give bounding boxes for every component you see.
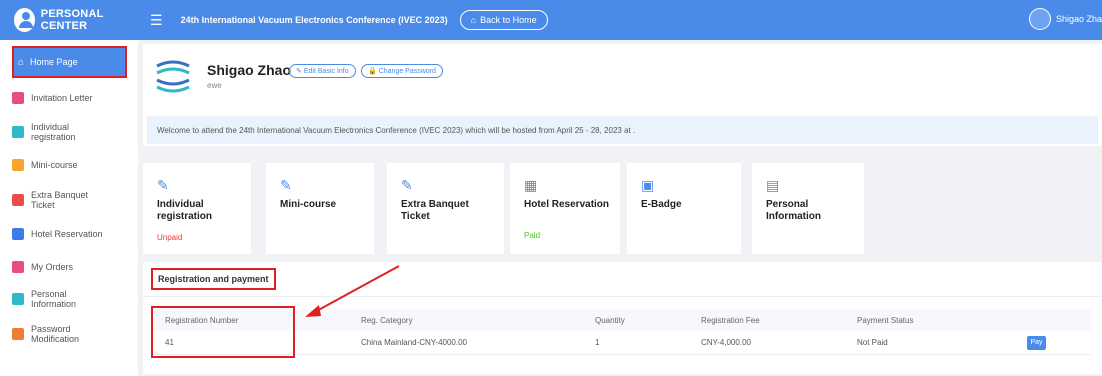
edit-icon: ✎: [280, 177, 292, 193]
sidebar-item-password-modification[interactable]: Password Modification: [12, 322, 127, 346]
tile-name: E-Badge: [641, 199, 682, 210]
registration-number-highlight: [151, 306, 295, 358]
edit-icon: ✎: [401, 177, 413, 193]
info-icon: [12, 293, 24, 305]
edit-icon: ✎: [296, 68, 302, 75]
tile-name: Mini-course: [280, 199, 337, 210]
brand-label: PERSONAL CENTER: [40, 8, 104, 32]
tile-status: Paid: [524, 231, 541, 240]
sidebar-item-label: Hotel Reservation: [31, 229, 103, 239]
sidebar-item-label: My Orders: [31, 262, 74, 272]
sidebar-item-invitation-letter[interactable]: Invitation Letter: [12, 90, 127, 106]
back-to-home-label: Back to Home: [480, 15, 537, 25]
tile-mini-course[interactable]: ✎ Mini-course: [266, 163, 374, 254]
menu-icon[interactable]: ☰: [150, 12, 163, 29]
conference-title: 24th International Vacuum Electronics Co…: [180, 15, 448, 25]
user-name: Shigao Zha: [1055, 14, 1102, 24]
sidebar-item-mini-course[interactable]: Mini-course: [12, 157, 127, 173]
column-header: Payment Status: [857, 315, 914, 325]
user-avatar: [1028, 8, 1051, 30]
password-icon: [12, 328, 24, 340]
tile-extra-banquet-ticket[interactable]: ✎ Extra Banquet Ticket: [387, 163, 504, 254]
ticket-icon: [12, 194, 24, 206]
column-header: Reg. Category: [361, 315, 413, 325]
sidebar-item-personal-information[interactable]: Personal Information: [12, 287, 127, 311]
action-cell: Pay: [1027, 331, 1046, 354]
sidebar-item-hotel-reservation[interactable]: Hotel Reservation: [12, 226, 127, 242]
sidebar-item-label: Personal Information: [31, 289, 77, 309]
tile-name: Personal Information: [766, 199, 821, 222]
edit-basic-info-button[interactable]: ✎ Edit Basic Info: [289, 64, 356, 78]
user-avatar-icon: [14, 8, 35, 32]
welcome-banner: Welcome to attend the 24th International…: [147, 116, 1098, 144]
course-icon: [12, 159, 24, 171]
sidebar-item-my-orders[interactable]: My Orders: [12, 259, 127, 275]
home-icon: ⌂: [18, 56, 25, 68]
tile-hotel-reservation[interactable]: ▦ Hotel Reservation Paid: [510, 163, 620, 254]
divider: [143, 296, 1102, 297]
brand: PERSONAL CENTER: [0, 0, 138, 40]
quantity-cell: 1: [595, 338, 600, 347]
profile-subtitle: ewe: [207, 81, 222, 90]
tile-name: Extra Banquet Ticket: [401, 199, 469, 222]
home-icon: ⌂: [470, 15, 477, 25]
sidebar-item-home-page[interactable]: ⌂ Home Page: [12, 46, 127, 78]
lock-icon: 🔒: [368, 68, 377, 75]
payment-status-cell: Not Paid: [857, 338, 888, 347]
top-bar: PERSONAL CENTER ☰ 24th International Vac…: [0, 0, 1102, 40]
registration-fee-cell: CNY-4,000.00: [701, 338, 751, 347]
tile-name: Hotel Reservation: [524, 199, 610, 210]
orders-icon: [12, 261, 24, 273]
tile-e-badge[interactable]: ▣ E-Badge: [627, 163, 741, 254]
registration-icon: [12, 126, 24, 138]
profile-card: Shigao Zhao ewe ✎ Edit Basic Info 🔒 Chan…: [143, 44, 1102, 146]
column-header: Registration Fee: [701, 315, 760, 325]
pay-button[interactable]: Pay: [1027, 335, 1046, 350]
building-icon: ▦: [524, 177, 538, 193]
sidebar-item-label: Password Modification: [31, 324, 80, 344]
sidebar-item-individual-registration[interactable]: Individual registration: [12, 120, 127, 144]
tile-personal-information[interactable]: ▤ Personal Information: [752, 163, 864, 254]
sidebar-item-extra-banquet-ticket[interactable]: Extra Banquet Ticket: [12, 188, 127, 212]
letter-icon: [12, 92, 24, 104]
edit-icon: ✎: [157, 177, 169, 193]
ivec-logo-icon: [156, 60, 190, 93]
registration-payment-title: Registration and payment: [151, 268, 276, 290]
column-header: Quantity: [595, 315, 625, 325]
sidebar-item-label: Home Page: [30, 57, 78, 67]
hotel-icon: [12, 228, 24, 240]
reg-category-cell: China Mainland-CNY-4000.00: [361, 338, 467, 347]
sidebar-item-label: Extra Banquet Ticket: [31, 190, 89, 210]
edit-basic-info-label: Edit Basic Info: [303, 67, 349, 75]
sidebar: ⌂ Home Page Invitation Letter Individual…: [0, 40, 138, 376]
back-to-home-button[interactable]: ⌂ Back to Home: [459, 10, 548, 30]
badge-icon: ▣: [641, 177, 655, 193]
sidebar-item-label: Mini-course: [31, 160, 78, 170]
sidebar-item-label: Invitation Letter: [31, 93, 93, 103]
tile-individual-registration[interactable]: ✎ Individual registration Unpaid: [143, 163, 251, 254]
change-password-label: Change Password: [378, 67, 436, 75]
main-content: Shigao Zhao ewe ✎ Edit Basic Info 🔒 Chan…: [143, 40, 1102, 376]
change-password-button[interactable]: 🔒 Change Password: [361, 64, 443, 78]
profile-name: Shigao Zhao: [207, 62, 291, 78]
document-icon: ▤: [766, 177, 780, 193]
tile-name: Individual registration: [157, 199, 213, 222]
tile-status: Unpaid: [157, 233, 183, 242]
user-menu[interactable]: Shigao Zha: [1028, 8, 1102, 30]
sidebar-item-label: Individual registration: [31, 122, 76, 142]
registration-payment-card: Registration and payment Registration Nu…: [143, 262, 1102, 374]
